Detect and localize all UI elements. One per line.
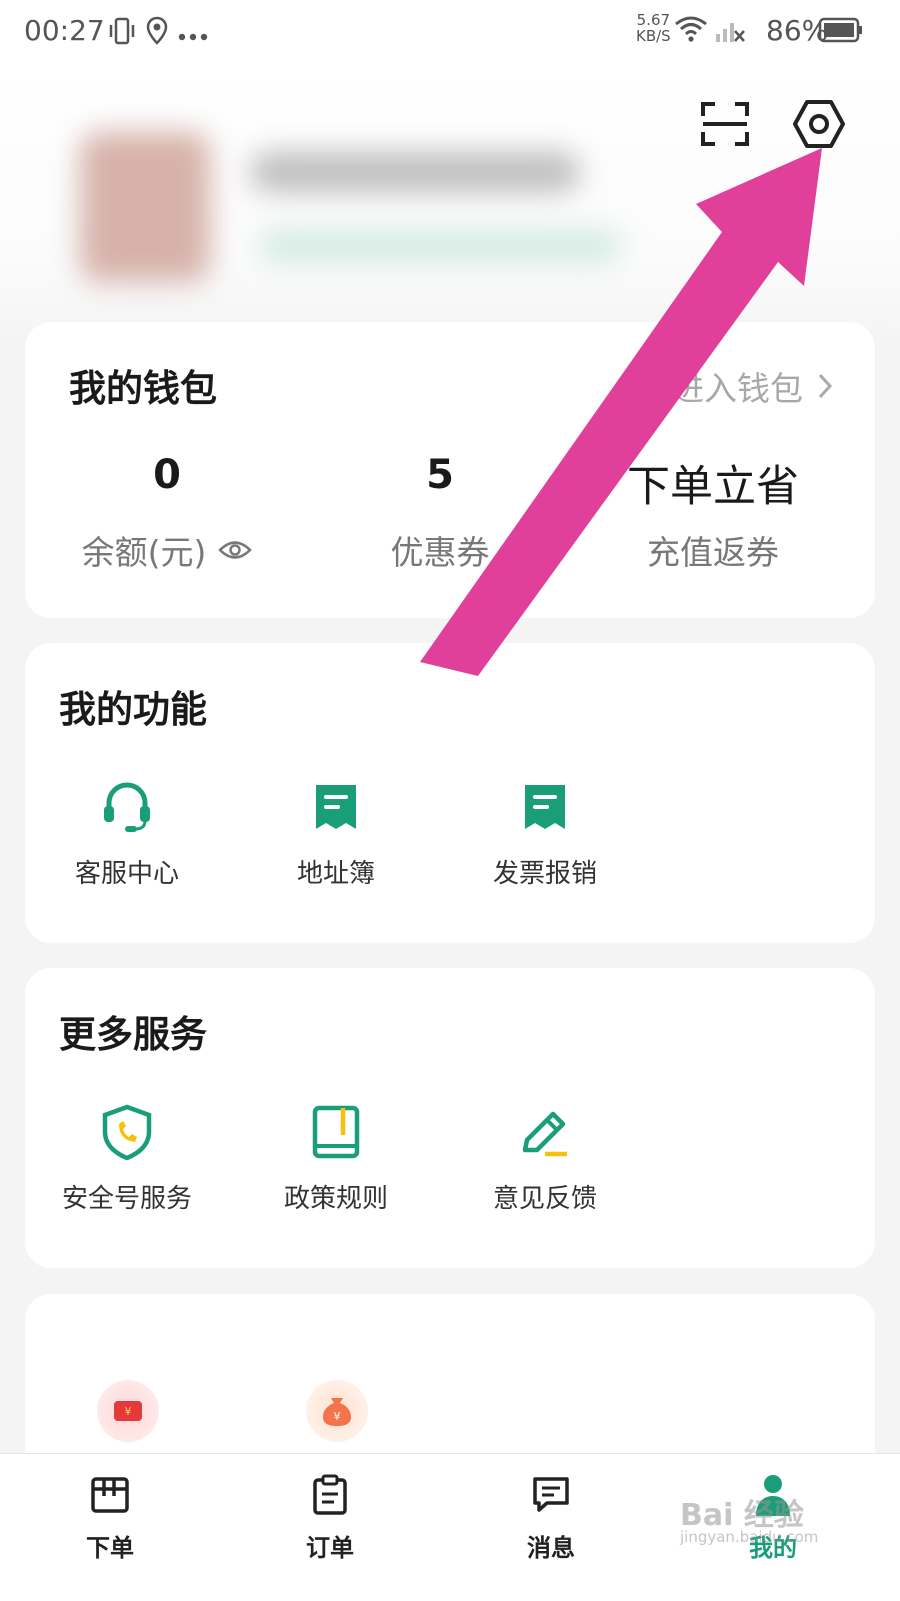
coupons-value: 5 (426, 452, 454, 498)
user-name-blurred (250, 152, 580, 192)
svg-text:¥: ¥ (125, 1405, 132, 1418)
wallet-coupons[interactable]: 5 优惠券 (300, 452, 580, 574)
status-time: 00:27 (24, 14, 105, 47)
coupons-label: 优惠券 (390, 533, 490, 572)
red-envelope-icon: ¥ (114, 1401, 142, 1421)
enter-wallet-label: 进入钱包 (671, 369, 803, 408)
money-bag-icon: ¥ (323, 1398, 351, 1426)
vibrate-icon (108, 16, 136, 50)
user-tag-blurred (260, 232, 620, 260)
address-book-icon (316, 785, 356, 829)
wallet-recharge[interactable]: 下单立省 充值返券 (573, 452, 853, 574)
network-speed: 5.67 KB/S (636, 12, 671, 44)
invoice-icon (525, 785, 565, 829)
wallet-title: 我的钱包 (69, 367, 217, 410)
functions-title: 我的功能 (59, 688, 207, 731)
speed-value: 5.67 (636, 11, 671, 29)
wallet-card: 我的钱包 进入钱包 0 余额(元) 5 优惠券 下单立省 充值返券 (25, 322, 875, 618)
func-customer-service-label: 客服中心 (74, 859, 179, 889)
service-secure-number-label: 安全号服务 (61, 1184, 192, 1214)
balance-value: 0 (153, 452, 181, 498)
shield-phone-icon (102, 1104, 152, 1160)
scan-icon (701, 102, 749, 146)
services-title: 更多服务 (59, 1013, 207, 1056)
eye-icon[interactable] (218, 539, 253, 561)
service-policy-rules[interactable]: 政策规则 (231, 1100, 441, 1215)
recharge-label: 充值返券 (647, 533, 779, 572)
avatar (80, 132, 210, 282)
clipboard-icon (313, 1474, 347, 1515)
func-address-book[interactable]: 地址簿 (231, 775, 441, 890)
feedback-pencil-icon (522, 1111, 567, 1157)
chevron-right-icon (818, 373, 833, 399)
baidu-watermark-url: jingyan.baidu.com (680, 1528, 819, 1546)
more-dots-icon (178, 26, 208, 45)
tab-orders-label: 订单 (306, 1534, 354, 1562)
status-bar: 00:27 5.67 KB/S 86% (0, 0, 900, 64)
settings-button[interactable] (789, 94, 849, 154)
speed-unit: KB/S (636, 27, 671, 45)
signal-icon (714, 14, 746, 48)
service-feedback-label: 意见反馈 (492, 1184, 597, 1214)
tab-place-order[interactable]: 下单 (50, 1472, 170, 1563)
profile-header (0, 64, 900, 344)
scan-button[interactable] (695, 94, 755, 154)
func-invoice[interactable]: 发票报销 (440, 775, 650, 890)
location-icon (146, 16, 168, 50)
tab-place-order-label: 下单 (86, 1534, 134, 1562)
settings-icon (793, 100, 845, 148)
headset-icon (104, 782, 150, 832)
recharge-value: 下单立省 (627, 462, 799, 512)
profile-info-blurred[interactable] (40, 112, 660, 312)
svg-text:¥: ¥ (334, 1410, 341, 1423)
red-packet-promo[interactable]: ¥ (97, 1380, 159, 1442)
functions-card: 我的功能 客服中心 地址簿 发票报销 (25, 643, 875, 943)
func-address-book-label: 地址簿 (296, 859, 375, 889)
money-bag-promo[interactable]: ¥ (306, 1380, 368, 1442)
order-board-icon (91, 1477, 129, 1513)
func-customer-service[interactable]: 客服中心 (22, 775, 232, 890)
battery-icon (818, 16, 864, 48)
service-secure-number[interactable]: 安全号服务 (22, 1100, 232, 1215)
tab-messages-label: 消息 (527, 1534, 575, 1562)
balance-label: 余额(元) (81, 533, 207, 572)
service-policy-rules-label: 政策规则 (283, 1184, 388, 1214)
message-icon (533, 1477, 569, 1512)
func-invoice-label: 发票报销 (492, 859, 597, 889)
tab-messages[interactable]: 消息 (491, 1472, 611, 1563)
tab-orders[interactable]: 订单 (270, 1472, 390, 1563)
wifi-icon (674, 14, 708, 48)
service-feedback[interactable]: 意见反馈 (440, 1100, 650, 1215)
enter-wallet-link[interactable]: 进入钱包 (671, 362, 833, 410)
services-card: 更多服务 安全号服务 政策规则 意见反馈 (25, 968, 875, 1268)
wallet-balance[interactable]: 0 余额(元) (27, 452, 307, 574)
rules-book-icon (312, 1105, 360, 1159)
